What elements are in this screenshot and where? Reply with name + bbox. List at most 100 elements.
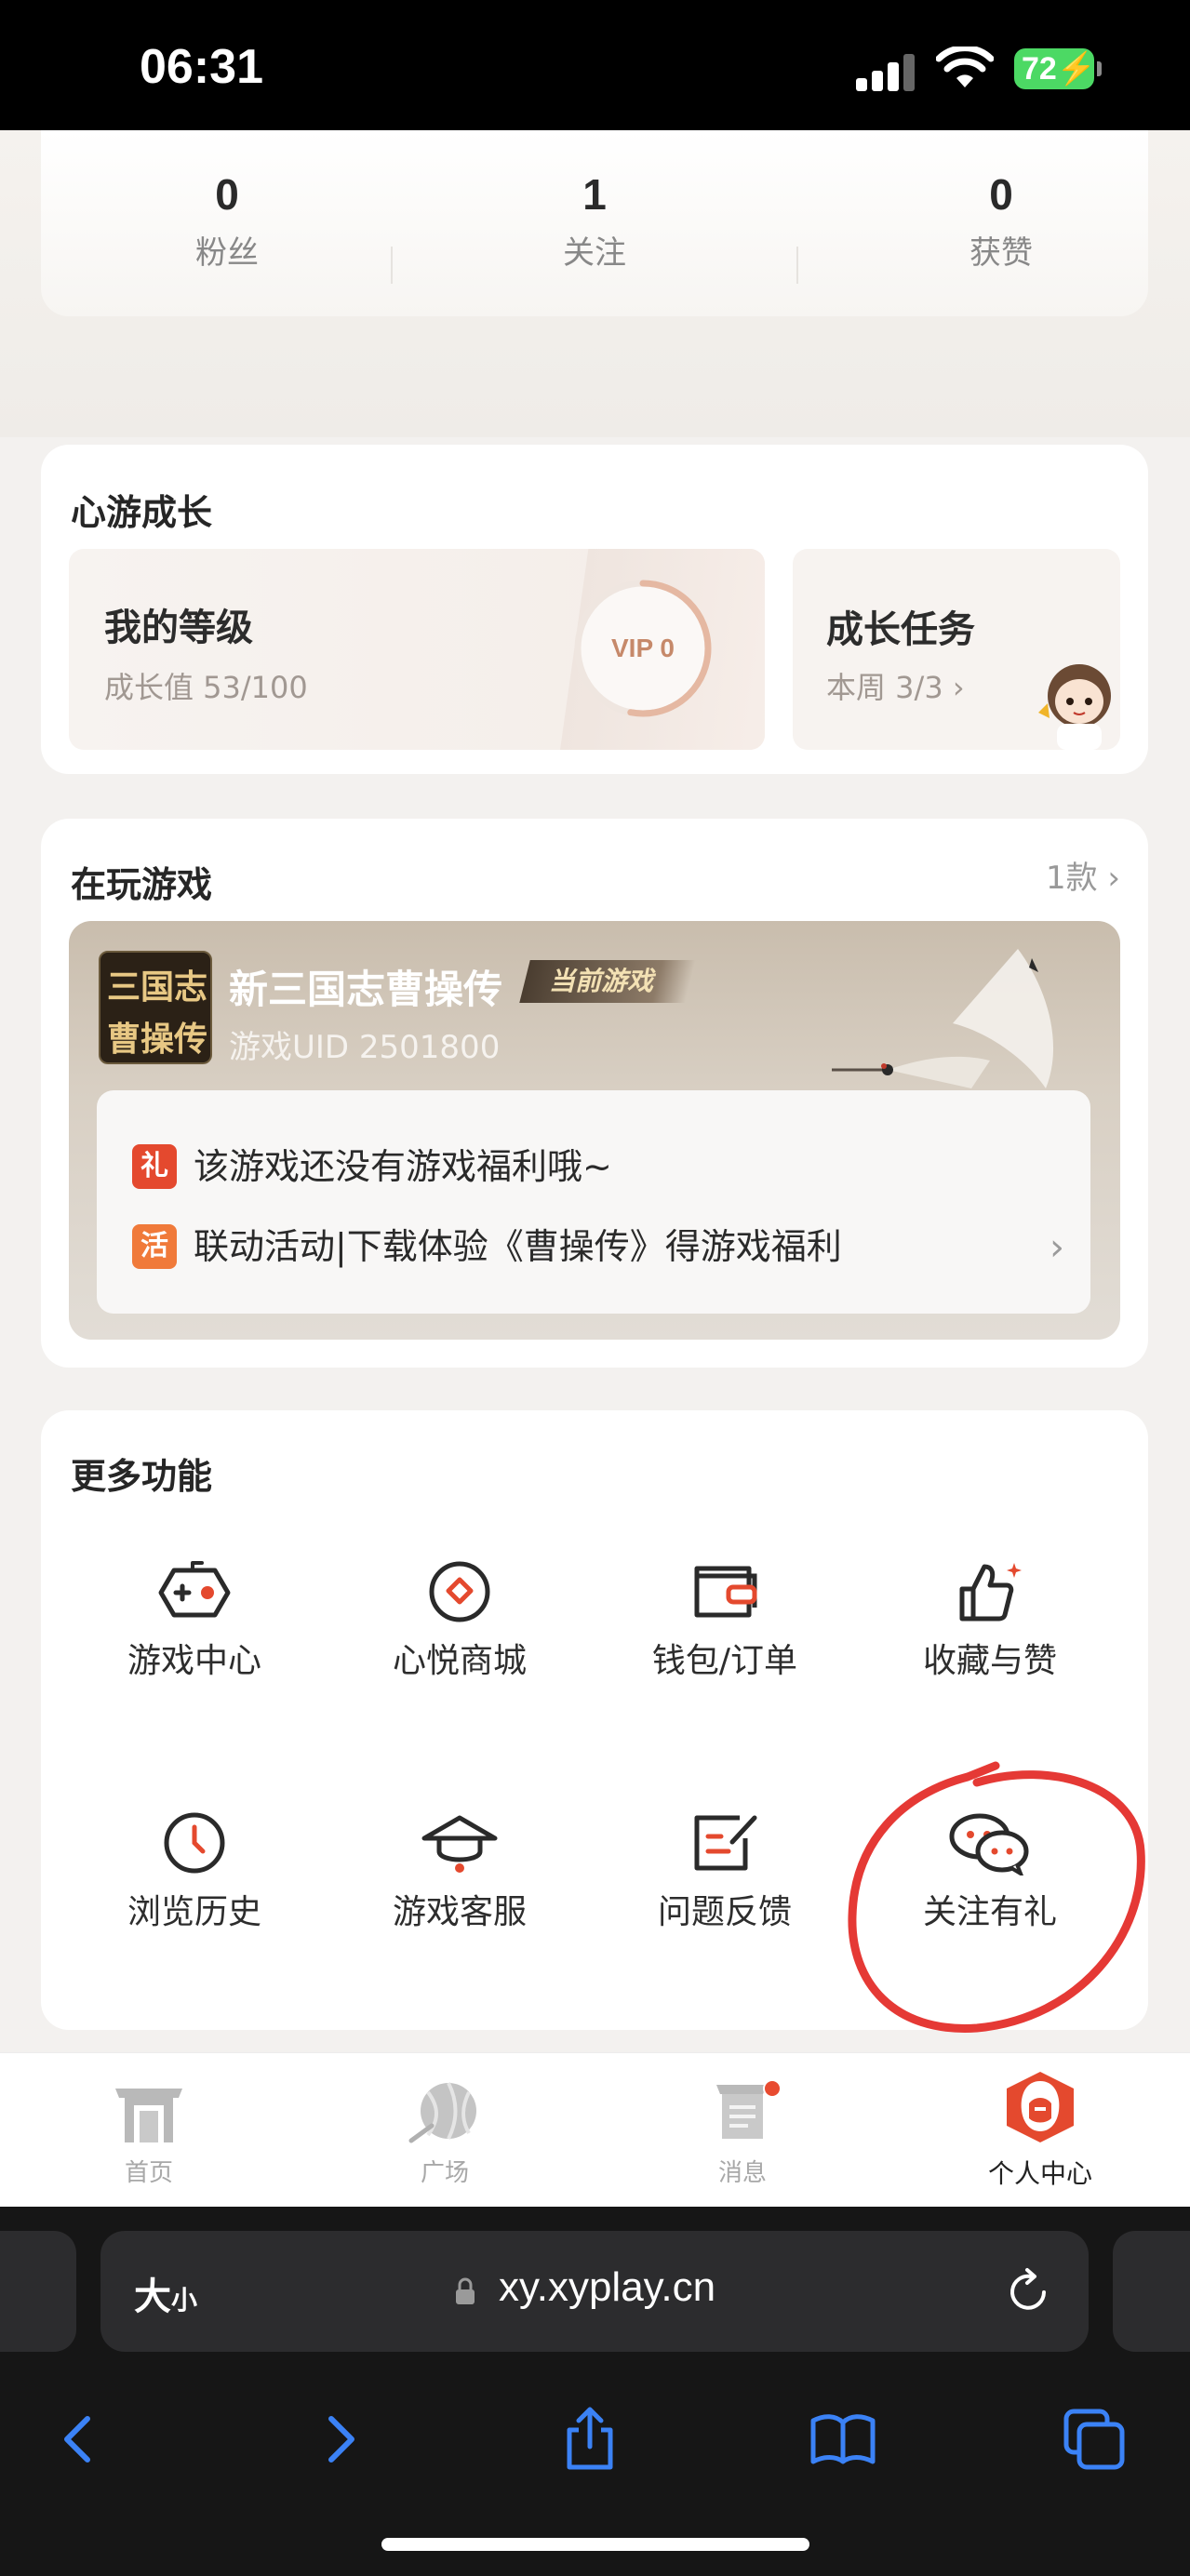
back-icon[interactable] <box>43 2402 117 2476</box>
games-count-link[interactable]: 1款 › <box>1046 852 1120 898</box>
level-progress-text: 成长值 53/100 <box>104 670 308 705</box>
plaza-icon <box>408 2082 476 2143</box>
profile-header: 0 粉丝 1 关注 0 获赞 <box>0 130 1190 437</box>
stat-value: 0 <box>989 170 1013 219</box>
stat-value: 0 <box>215 170 239 219</box>
lock-icon <box>456 2277 475 2304</box>
playing-games-card: 在玩游戏 1款 › 三国志 曹操传 新三国志曹操传 当前游戏 游戏UID 250… <box>41 819 1148 1368</box>
func-wallet[interactable]: 钱包/订单 <box>613 1559 836 1689</box>
battery-icon: 72⚡ <box>1014 48 1102 89</box>
stat-label: 获赞 <box>969 234 1033 272</box>
forward-icon[interactable] <box>303 2402 378 2476</box>
chibi-character-icon <box>1038 664 1111 750</box>
feedback-icon <box>694 1815 757 1871</box>
chevron-right-icon: › <box>1050 1226 1064 1269</box>
bottom-tab-bar: 首页 广场 消息 个人中心 <box>0 2052 1190 2207</box>
divider <box>796 247 798 284</box>
tab-profile[interactable]: 个人中心 <box>956 2072 1124 2191</box>
my-level-card[interactable]: 我的等级 成长值 53/100 VIP 0 <box>69 549 765 750</box>
home-gate-icon <box>115 2089 182 2142</box>
stat-following[interactable]: 1 关注 <box>455 169 734 273</box>
func-support[interactable]: 游戏客服 <box>348 1810 571 1941</box>
stats-card: 0 粉丝 1 关注 0 获赞 <box>41 130 1148 316</box>
tab-messages[interactable]: 消息 <box>659 2079 826 2188</box>
func-label: 浏览历史 <box>127 1893 261 1931</box>
func-game-center[interactable]: 游戏中心 <box>83 1559 306 1689</box>
task-progress-text: 本周 3/3 <box>826 670 943 705</box>
status-time: 06:31 <box>140 40 263 94</box>
more-title: 更多功能 <box>71 1456 213 1497</box>
game-name: 新三国志曹操传 <box>229 967 503 1012</box>
wifi-icon <box>936 47 994 87</box>
func-label: 钱包/订单 <box>651 1642 798 1680</box>
func-mall[interactable]: 心悦商城 <box>348 1559 571 1689</box>
game-banner[interactable]: 三国志 曹操传 新三国志曹操传 当前游戏 游戏UID 2501800 礼 该游戏… <box>69 921 1120 1340</box>
func-label: 心悦商城 <box>392 1642 527 1680</box>
share-icon[interactable] <box>553 2402 627 2476</box>
game-icon-line: 三国志 <box>106 968 207 1007</box>
func-feedback[interactable]: 问题反馈 <box>613 1810 836 1941</box>
previous-tab-preview[interactable] <box>0 2231 76 2352</box>
text-size-small: 小 <box>171 2285 198 2316</box>
stat-value: 1 <box>582 170 607 219</box>
stat-label: 粉丝 <box>195 234 259 272</box>
benefit-text: 该游戏还没有游戏福利哦~ <box>194 1146 612 1187</box>
text-size-button[interactable]: 大小 <box>134 2266 197 2320</box>
tab-plaza[interactable]: 广场 <box>361 2079 528 2188</box>
stat-fans[interactable]: 0 粉丝 <box>87 169 367 273</box>
gift-badge-icon: 礼 <box>132 1144 177 1189</box>
annotation-circle <box>848 1761 1145 2033</box>
next-tab-preview[interactable] <box>1113 2231 1190 2352</box>
bookmarks-icon[interactable] <box>806 2402 880 2476</box>
games-count: 1款 <box>1045 860 1098 897</box>
game-icon-line: 曹操传 <box>106 1021 207 1059</box>
unread-dot <box>763 2079 782 2098</box>
growth-task-card[interactable]: 成长任务 本周 3/3 › <box>793 549 1120 750</box>
divider <box>391 247 393 284</box>
activity-badge-icon: 活 <box>132 1224 177 1269</box>
browser-chrome: 大小 xy.xyplay.cn <box>0 2207 1190 2576</box>
profile-icon <box>1007 2072 1074 2142</box>
tab-label: 广场 <box>420 2159 469 2187</box>
func-history[interactable]: 浏览历史 <box>83 1810 306 1941</box>
current-game-tag-text: 当前游戏 <box>549 966 654 996</box>
playing-title: 在玩游戏 <box>71 864 213 905</box>
wallet-icon <box>694 1566 757 1618</box>
mall-icon <box>429 1561 490 1622</box>
level-title: 我的等级 <box>104 607 253 649</box>
tab-label: 个人中心 <box>987 2158 1092 2189</box>
task-progress: 本周 3/3 › <box>826 670 965 705</box>
func-label: 收藏与赞 <box>922 1642 1057 1680</box>
gamepad-icon <box>158 1561 231 1618</box>
func-favorites[interactable]: 收藏与赞 <box>878 1559 1102 1689</box>
task-title: 成长任务 <box>826 608 975 651</box>
growth-title: 心游成长 <box>71 492 213 533</box>
battery-level: 72 <box>1022 51 1057 87</box>
thumbs-up-icon <box>959 1563 1022 1622</box>
game-icon: 三国志 曹操传 <box>99 951 212 1064</box>
game-uid: 游戏UID 2501800 <box>229 1029 501 1066</box>
url-text: xy.xyplay.cn <box>499 2264 716 2310</box>
status-bar: 06:31 72⚡ <box>0 0 1190 130</box>
func-label: 游戏客服 <box>392 1893 527 1931</box>
growth-card: 心游成长 我的等级 成长值 53/100 VIP 0 成长任务 本周 3/3 › <box>41 445 1148 774</box>
func-label: 游戏中心 <box>127 1642 261 1680</box>
clock-icon <box>164 1812 225 1874</box>
tab-home[interactable]: 首页 <box>65 2079 233 2188</box>
crane-illustration <box>832 949 1054 1088</box>
stat-likes[interactable]: 0 获赞 <box>862 169 1141 273</box>
signal-icon <box>856 54 916 91</box>
reload-icon[interactable] <box>1003 2266 1053 2316</box>
tab-label: 消息 <box>717 2159 767 2187</box>
home-indicator[interactable] <box>381 2538 809 2551</box>
stat-label: 关注 <box>563 234 626 272</box>
current-game-tag: 当前游戏 <box>519 960 696 1003</box>
address-bar[interactable]: 大小 xy.xyplay.cn <box>100 2231 1089 2352</box>
func-label: 问题反馈 <box>657 1893 792 1931</box>
benefit-box[interactable]: 礼 该游戏还没有游戏福利哦~ 活 联动活动|下载体验《曹操传》得游戏福利 › <box>97 1090 1090 1314</box>
benefit-text: 联动活动|下载体验《曹操传》得游戏福利 <box>194 1226 842 1267</box>
tab-label: 首页 <box>124 2159 173 2187</box>
text-size-large: 大 <box>134 2276 171 2318</box>
support-hat-icon <box>421 1815 498 1873</box>
tabs-icon[interactable] <box>1057 2402 1131 2476</box>
